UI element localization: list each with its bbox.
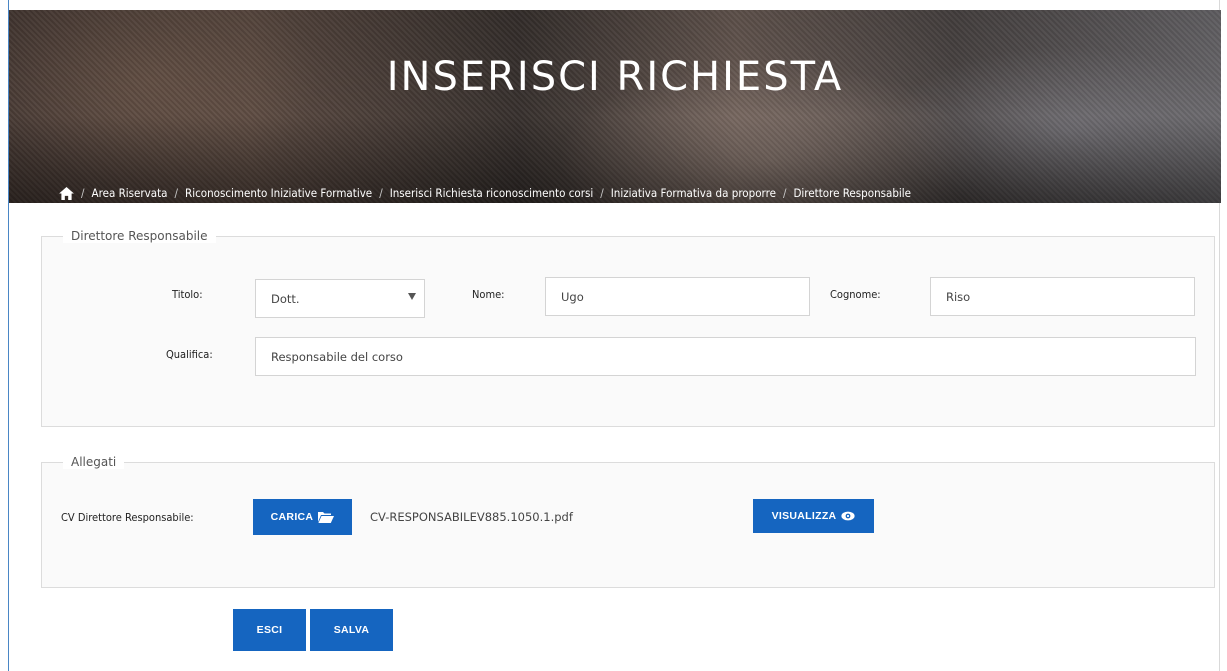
breadcrumb-separator: /: [379, 186, 383, 200]
titolo-selected-value: Dott.: [271, 291, 300, 306]
folder-open-icon: [318, 512, 335, 523]
breadcrumb: / Area Riservata / Riconoscimento Inizia…: [59, 186, 911, 200]
upload-button-label: CARICA: [270, 511, 314, 523]
qualifica-input[interactable]: Responsabile del corso: [255, 337, 1196, 376]
cognome-input[interactable]: Riso: [930, 277, 1195, 316]
breadcrumb-item-riconoscimento[interactable]: Riconoscimento Iniziative Formative: [185, 186, 372, 200]
view-button-label: VISUALIZZA: [771, 510, 837, 522]
save-button[interactable]: SALVA: [310, 609, 393, 651]
attachments-legend: Allegati: [63, 455, 125, 469]
page-title: INSERISCI RICHIESTA: [386, 54, 844, 100]
breadcrumb-item-iniziativa[interactable]: Iniziativa Formativa da proporre: [611, 186, 776, 200]
eye-icon: [841, 511, 856, 521]
attachment-filename: CV-RESPONSABILEV885.1050.1.pdf: [370, 510, 573, 524]
attachments-section: [41, 462, 1215, 588]
header-banner: INSERISCI RICHIESTA / Area Riservata / R…: [9, 10, 1221, 203]
exit-button[interactable]: ESCI: [233, 609, 306, 651]
breadcrumb-separator: /: [81, 186, 85, 200]
qualifica-label: Qualifica:: [166, 348, 213, 361]
nome-input[interactable]: Ugo: [545, 277, 810, 316]
titolo-select[interactable]: Dott.: [255, 279, 425, 318]
breadcrumb-separator: /: [782, 186, 787, 200]
cognome-label: Cognome:: [830, 288, 881, 301]
breadcrumb-separator: /: [600, 186, 604, 200]
chevron-down-icon: [408, 293, 416, 300]
breadcrumb-item-current: Direttore Responsabile: [793, 186, 912, 200]
page: INSERISCI RICHIESTA / Area Riservata / R…: [8, 0, 1221, 671]
director-section: [41, 236, 1215, 427]
breadcrumb-item-area-riservata[interactable]: Area Riservata: [92, 186, 168, 200]
nome-label: Nome:: [472, 288, 505, 301]
upload-button[interactable]: CARICA: [253, 499, 352, 535]
home-icon[interactable]: [59, 186, 74, 200]
cv-label: CV Direttore Responsabile:: [61, 511, 194, 524]
breadcrumb-item-inserisci-richiesta[interactable]: Inserisci Richiesta riconoscimento corsi: [390, 186, 594, 200]
director-legend: Direttore Responsabile: [63, 229, 216, 243]
breadcrumb-separator: /: [174, 186, 179, 200]
view-button[interactable]: VISUALIZZA: [753, 499, 874, 533]
titolo-label: Titolo:: [172, 288, 203, 301]
